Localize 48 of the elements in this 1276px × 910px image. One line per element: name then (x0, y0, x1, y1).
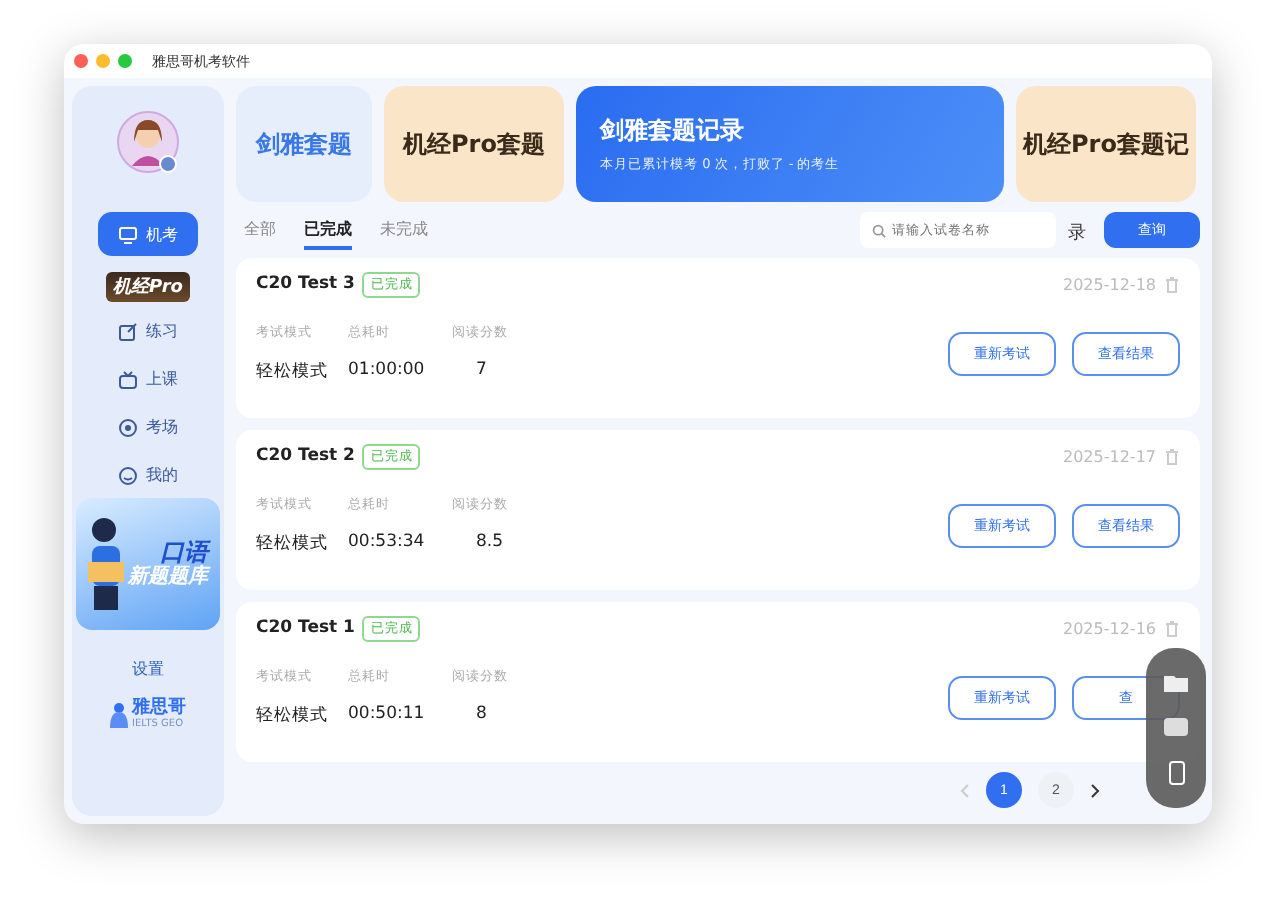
field-value: 轻松模式 (256, 360, 330, 384)
close-icon[interactable] (74, 54, 88, 68)
nav-item[interactable]: 上课 (118, 368, 178, 390)
brand-name: 雅思哥 (132, 700, 186, 718)
field-value: 00:50:11 (348, 704, 427, 728)
search-icon (872, 223, 886, 237)
field-value: 轻松模式 (256, 704, 330, 728)
record-title: C20 Test 3 (256, 274, 355, 294)
filter-tab[interactable]: 已完成 (304, 210, 352, 250)
nav-item[interactable]: 练习 (118, 320, 178, 342)
field-value: 7 (474, 360, 489, 384)
promo-banner[interactable]: 口语 新题题库 (76, 498, 220, 630)
maximize-icon[interactable] (118, 54, 132, 68)
delete-icon[interactable] (1164, 275, 1180, 293)
edit-icon (118, 321, 138, 341)
minimize-icon[interactable] (96, 54, 110, 68)
record-title: C20 Test 1 (256, 618, 355, 638)
record-date: 2025-12-17 (1063, 447, 1156, 465)
avatar-icon[interactable] (116, 110, 180, 178)
nav-item[interactable]: 机考 (98, 212, 198, 256)
smile-icon (118, 465, 138, 485)
field-value: 轻松模式 (256, 532, 330, 556)
field-value: 8.5 (474, 532, 506, 556)
nav-item[interactable]: 我的 (118, 464, 178, 486)
logo-icon (110, 702, 128, 728)
next-page-icon[interactable] (1090, 783, 1100, 797)
settings-link[interactable]: 设置 (132, 658, 164, 680)
monitor-icon (118, 225, 138, 243)
filter-tab[interactable]: 全部 (244, 210, 276, 250)
record-date: 2025-12-18 (1063, 275, 1156, 293)
delete-icon[interactable] (1164, 619, 1180, 637)
pro-logo[interactable]: 机经Pro (105, 272, 191, 302)
folder-icon[interactable] (1162, 671, 1190, 693)
filter-tab[interactable]: 未完成 (380, 210, 428, 250)
record-title: C20 Test 2 (256, 446, 355, 466)
field-value: 01:00:00 (348, 360, 427, 384)
field-value: 8 (474, 704, 489, 728)
delete-icon[interactable] (1164, 447, 1180, 465)
category-card[interactable]: 剑雅套题 (236, 86, 372, 202)
phone-icon[interactable] (1167, 759, 1185, 785)
reader-drawing (84, 514, 128, 614)
nav-item[interactable]: 考场 (118, 416, 178, 438)
card-title: 剑雅套题记录 (600, 114, 746, 148)
tv-icon (118, 369, 138, 389)
category-card[interactable]: 机经Pro套题 (384, 86, 564, 202)
card-title-overflow: 录 (1068, 221, 1086, 246)
field-value: 00:53:34 (348, 532, 427, 556)
record-date: 2025-12-16 (1063, 619, 1156, 637)
